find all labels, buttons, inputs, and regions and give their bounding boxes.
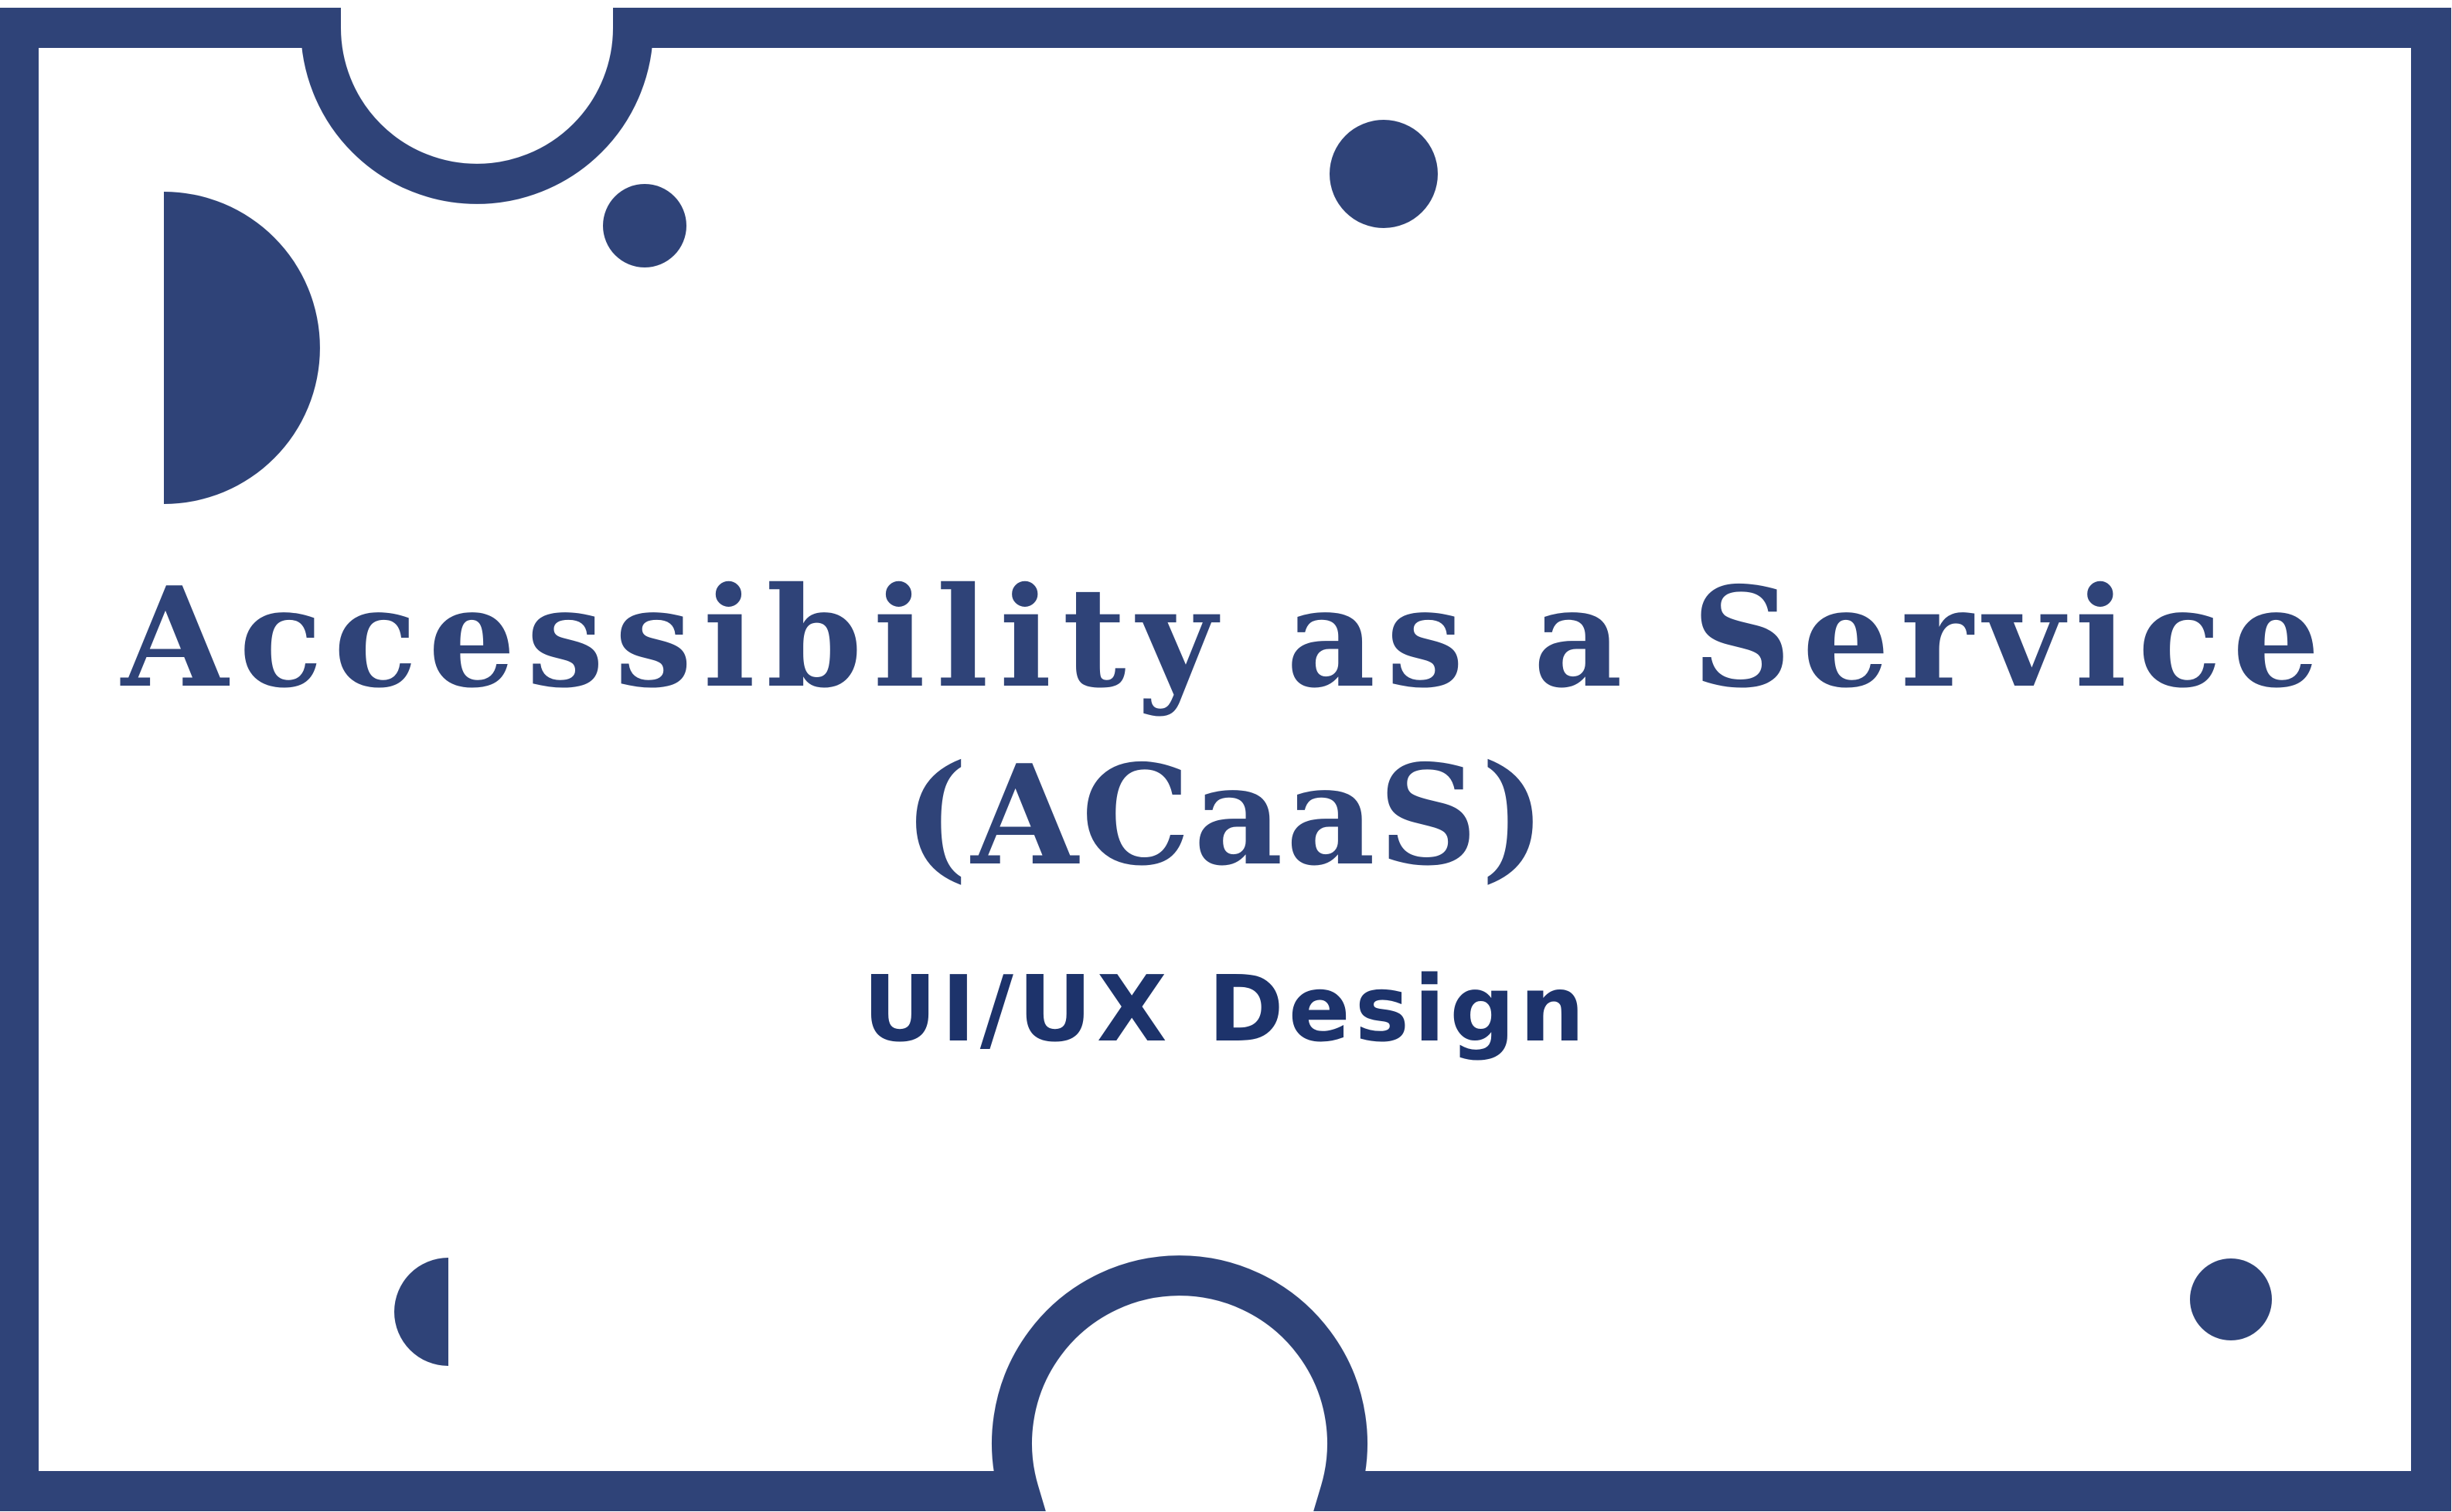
dot-small-top: [603, 184, 686, 267]
slide-title-line-1: Accessibility as a Service: [121, 557, 2331, 718]
title-slide: Accessibility as a Service (ACaaS) UI/UX…: [0, 0, 2452, 1512]
slide-title-line-2: (ACaaS): [903, 734, 1549, 896]
half-circle-left: [164, 192, 320, 504]
half-circle-bottom-left: [394, 1258, 448, 1366]
dot-top-center: [1330, 120, 1438, 228]
dot-bottom-right: [2190, 1258, 2272, 1340]
slide-subtitle: UI/UX Design: [863, 955, 1589, 1062]
